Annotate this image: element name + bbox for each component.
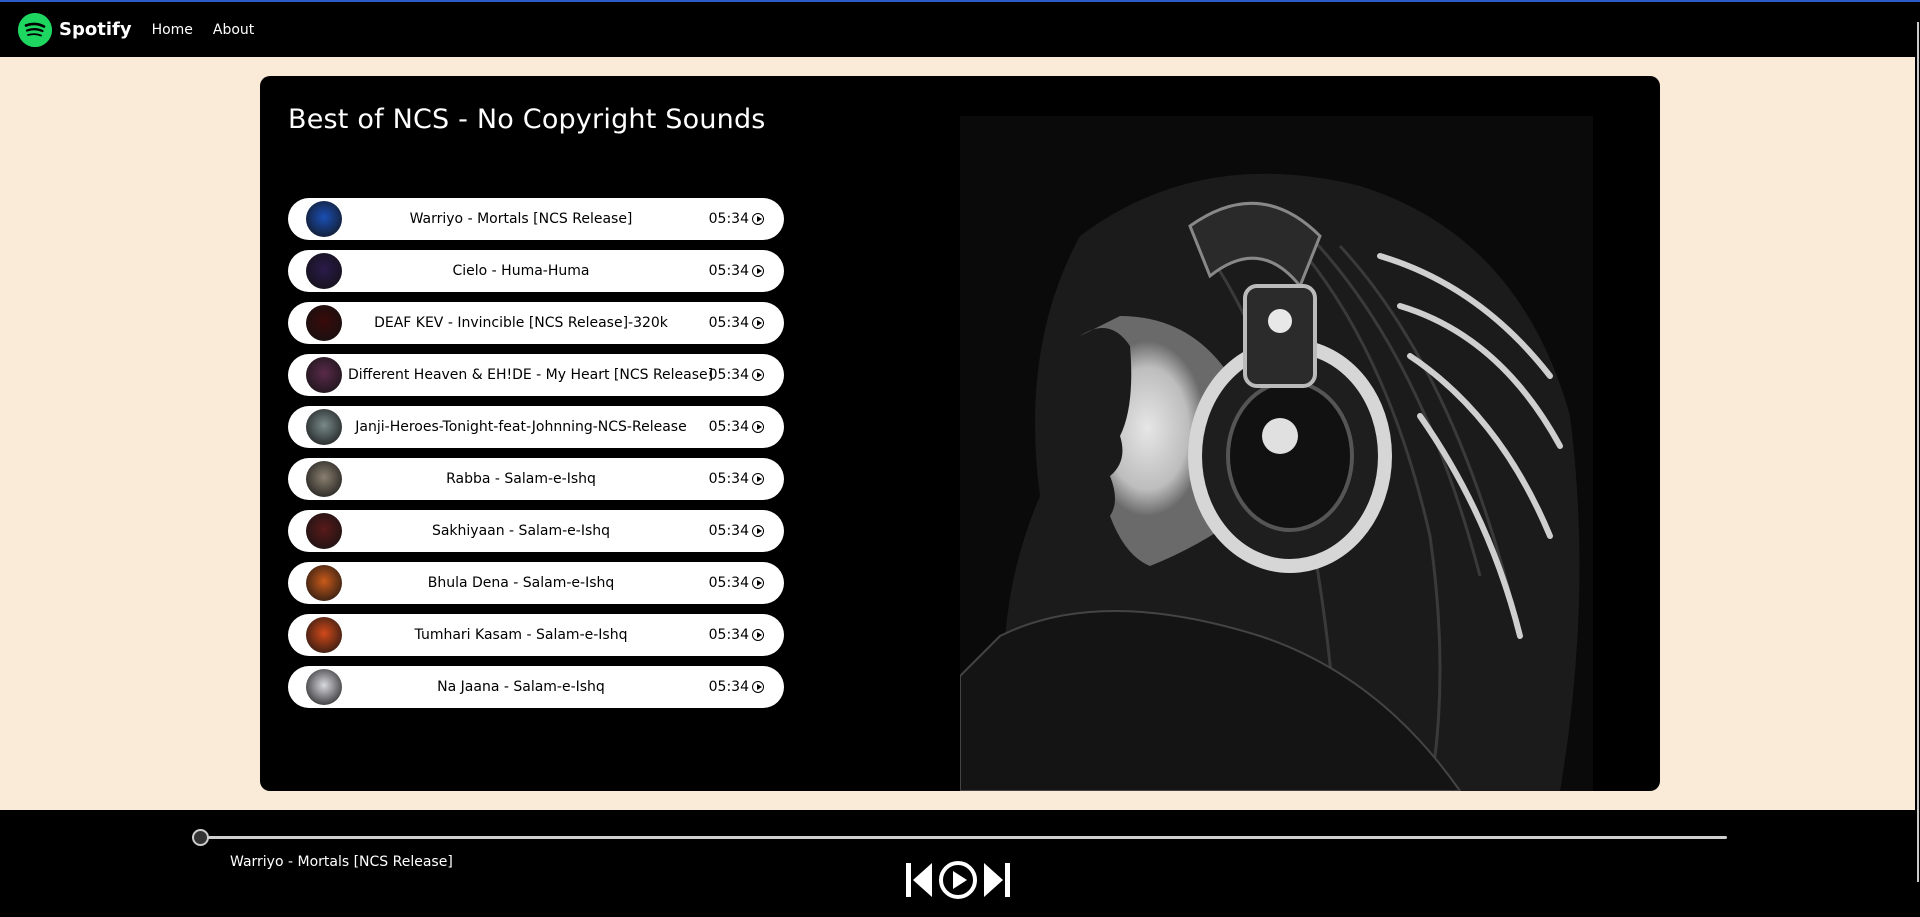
song-duration: 05:34 <box>709 367 764 383</box>
song-duration: 05:34 <box>709 575 764 591</box>
song-duration: 05:34 <box>709 627 764 643</box>
play-circle-icon[interactable] <box>752 213 764 225</box>
brand[interactable]: Spotify <box>18 12 132 47</box>
song-name: DEAF KEV - Invincible [NCS Release]-320k <box>374 315 668 331</box>
brand-name: Spotify <box>59 19 132 40</box>
song-duration-text: 05:34 <box>708 315 749 331</box>
song-duration-text: 05:34 <box>708 523 749 539</box>
nav-about-link[interactable]: About <box>213 22 254 38</box>
song-cover <box>306 409 342 445</box>
cover-image <box>960 116 1593 791</box>
song-duration-text: 05:34 <box>708 627 749 643</box>
play-circle-icon[interactable] <box>752 629 764 641</box>
song-item[interactable]: Warriyo - Mortals [NCS Release] 05:34 <box>288 198 784 240</box>
song-duration-text: 05:34 <box>708 575 749 591</box>
song-duration-text: 05:34 <box>708 211 749 227</box>
play-circle-icon[interactable] <box>752 681 764 693</box>
song-list: Warriyo - Mortals [NCS Release] 05:34 Ci… <box>288 198 784 718</box>
scrollbar-thumb[interactable] <box>1917 22 1919 882</box>
song-cover <box>306 461 342 497</box>
player-controls <box>904 860 1012 900</box>
song-item[interactable]: Janji-Heroes-Tonight-feat-Johnning-NCS-R… <box>288 406 784 448</box>
nav-home-link[interactable]: Home <box>152 22 193 38</box>
song-name: Sakhiyaan - Salam-e-Ishq <box>431 523 611 539</box>
skip-forward-icon[interactable] <box>982 861 1012 899</box>
progress-slider-thumb[interactable] <box>192 829 209 846</box>
playlist-container: Best of NCS - No Copyright Sounds Warriy… <box>260 76 1660 791</box>
song-cover <box>306 253 342 289</box>
song-duration-text: 05:34 <box>708 263 749 279</box>
song-duration: 05:34 <box>709 471 764 487</box>
headphones-girl-image <box>960 116 1593 791</box>
play-circle-icon[interactable] <box>752 473 764 485</box>
song-duration-text: 05:34 <box>708 471 749 487</box>
song-item[interactable]: Bhula Dena - Salam-e-Ishq 05:34 <box>288 562 784 604</box>
song-cover <box>306 357 342 393</box>
song-duration: 05:34 <box>709 211 764 227</box>
song-name: Warriyo - Mortals [NCS Release] <box>409 211 633 227</box>
play-circle-icon[interactable] <box>752 421 764 433</box>
play-circle-icon[interactable] <box>752 317 764 329</box>
song-cover <box>306 617 342 653</box>
song-item[interactable]: Different Heaven & EH!DE - My Heart [NCS… <box>288 354 784 396</box>
song-duration: 05:34 <box>709 315 764 331</box>
song-cover <box>306 669 342 705</box>
song-item[interactable]: Sakhiyaan - Salam-e-Ishq 05:34 <box>288 510 784 552</box>
song-item[interactable]: Rabba - Salam-e-Ishq 05:34 <box>288 458 784 500</box>
play-circle-icon[interactable] <box>752 525 764 537</box>
progress-track[interactable] <box>200 836 1727 839</box>
spotify-waves-icon <box>18 12 52 47</box>
spotify-logo-icon <box>18 12 52 47</box>
song-duration: 05:34 <box>709 679 764 695</box>
song-duration-text: 05:34 <box>708 419 749 435</box>
play-circle-icon[interactable] <box>752 265 764 277</box>
song-cover <box>306 201 342 237</box>
song-name: Cielo - Huma-Huma <box>452 263 590 279</box>
song-item[interactable]: Na Jaana - Salam-e-Ishq 05:34 <box>288 666 784 708</box>
song-duration: 05:34 <box>709 263 764 279</box>
play-circle-icon[interactable] <box>752 369 764 381</box>
play-circle-icon[interactable] <box>938 860 978 900</box>
song-name: Different Heaven & EH!DE - My Heart [NCS… <box>348 367 714 383</box>
skip-back-icon[interactable] <box>904 861 934 899</box>
now-playing-title: Warriyo - Mortals [NCS Release] <box>230 854 453 870</box>
song-duration-text: 05:34 <box>708 679 749 695</box>
song-cover <box>306 565 342 601</box>
song-duration: 05:34 <box>709 419 764 435</box>
song-name: Na Jaana - Salam-e-Ishq <box>437 679 605 695</box>
song-name: Rabba - Salam-e-Ishq <box>446 471 596 487</box>
song-cover <box>306 305 342 341</box>
playlist-title: Best of NCS - No Copyright Sounds <box>288 104 766 135</box>
song-duration: 05:34 <box>709 523 764 539</box>
song-name: Janji-Heroes-Tonight-feat-Johnning-NCS-R… <box>355 419 687 435</box>
song-name: Tumhari Kasam - Salam-e-Ishq <box>414 627 628 643</box>
song-duration-text: 05:34 <box>708 367 749 383</box>
song-item[interactable]: DEAF KEV - Invincible [NCS Release]-320k… <box>288 302 784 344</box>
song-item[interactable]: Tumhari Kasam - Salam-e-Ishq 05:34 <box>288 614 784 656</box>
song-name: Bhula Dena - Salam-e-Ishq <box>427 575 615 591</box>
player-bar: Warriyo - Mortals [NCS Release] <box>0 810 1915 917</box>
song-item[interactable]: Cielo - Huma-Huma 05:34 <box>288 250 784 292</box>
page-scrollbar[interactable] <box>1915 2 1920 917</box>
song-cover <box>306 513 342 549</box>
navbar: Spotify Home About <box>0 2 1920 57</box>
play-circle-icon[interactable] <box>752 577 764 589</box>
